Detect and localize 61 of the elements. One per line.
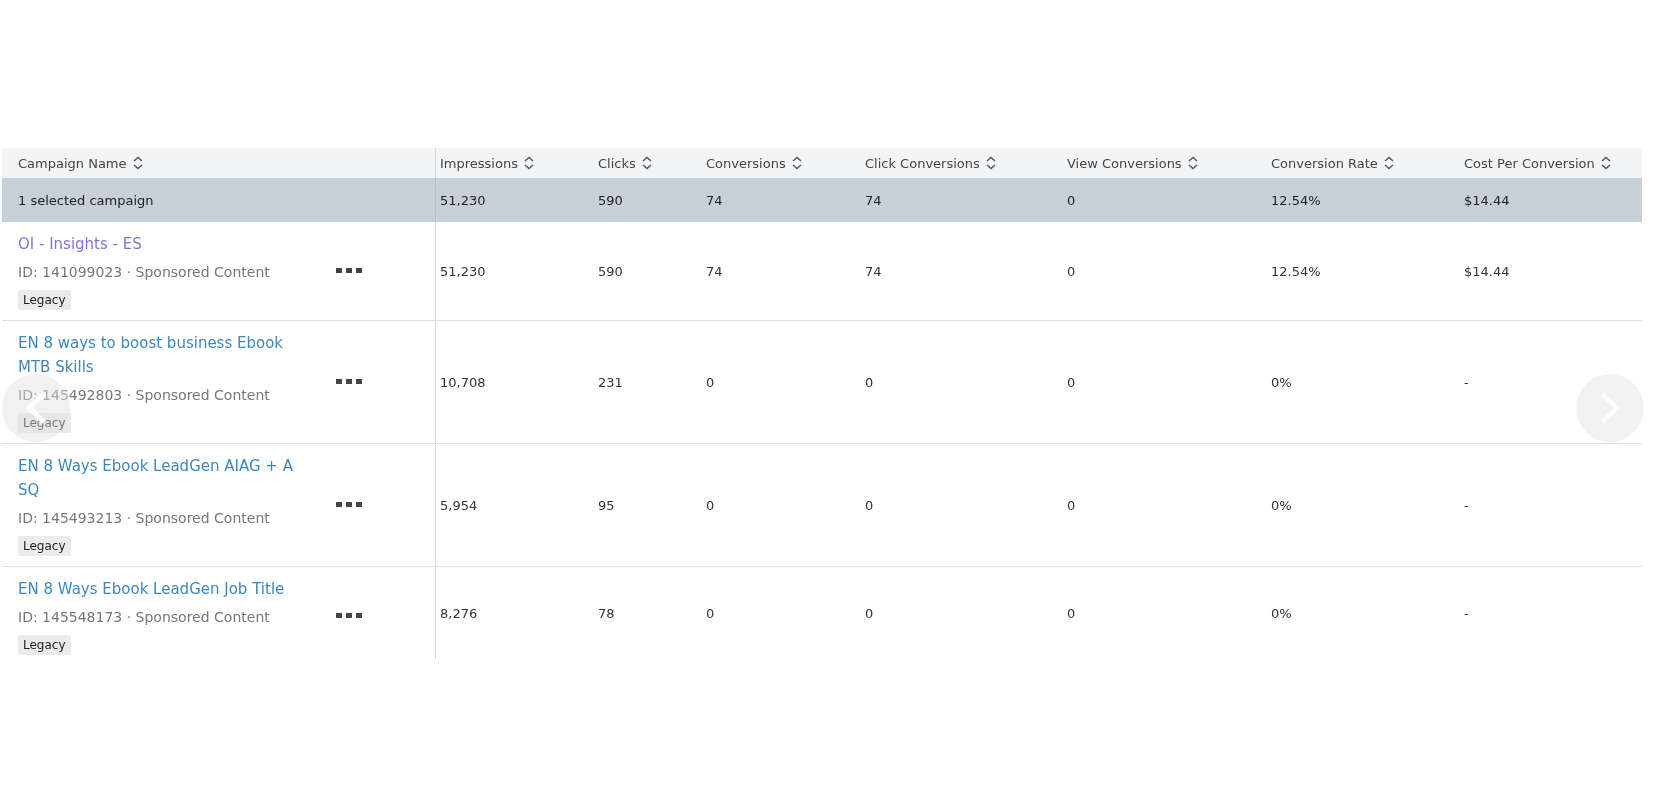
table-cell: - [1464,374,1469,390]
table-cell: 0 [865,497,874,513]
summary-cell: $14.44 [1464,192,1510,208]
sort-icon[interactable] [1187,156,1198,170]
table-cell: 0% [1271,605,1292,621]
sort-icon[interactable] [985,156,996,170]
sort-icon[interactable] [132,156,143,170]
summary-cell: 74 [865,192,882,208]
summary-label: 1 selected campaign [18,192,154,208]
table-cell: 51,230 [440,263,486,279]
table-cell: 0 [865,374,874,390]
sort-icon[interactable] [1383,156,1394,170]
campaign-meta: ID: 145548173 · Sponsored Content [18,608,270,627]
column-header[interactable]: Campaign Name [18,155,127,171]
table-cell: 0 [865,605,874,621]
table-cell: 74 [865,263,882,279]
table-cell: 10,708 [440,374,486,390]
summary-cell: 74 [706,192,723,208]
more-icon[interactable] [336,613,362,619]
more-icon[interactable] [336,502,362,508]
sort-icon[interactable] [523,156,534,170]
campaign-link[interactable]: EN 8 Ways Ebook LeadGen Job Title [18,577,285,601]
summary-cell: 0 [1067,192,1076,208]
campaign-link[interactable]: EN 8 ways to boost business Ebook MTB Skills [18,331,294,379]
table-cell: 0 [706,605,715,621]
table-cell: 0 [1067,263,1076,279]
table-cell: - [1464,497,1469,513]
table-cell: 5,954 [440,497,478,513]
table-cell: 590 [598,263,623,279]
summary-cell: 51,230 [440,192,486,208]
sort-icon[interactable] [1600,156,1611,170]
table-cell: 231 [598,374,623,390]
table-cell: 0 [1067,605,1076,621]
table-cell: 74 [706,263,723,279]
table-cell: 0 [706,374,715,390]
sort-icon[interactable] [641,156,652,170]
summary-cell: 590 [598,192,623,208]
campaign-link[interactable]: OI - Insights - ES [18,232,142,256]
table-cell: 95 [598,497,615,513]
table-cell: 0 [1067,374,1076,390]
more-icon[interactable] [336,379,362,385]
table-cell: 78 [598,605,615,621]
table-cell: 0% [1271,374,1292,390]
table-cell: - [1464,605,1469,621]
campaign-meta: ID: 145492803 · Sponsored Content [18,386,270,405]
summary-cell: 12.54% [1271,192,1321,208]
legacy-tag: Legacy [18,290,71,310]
table-cell: 0 [706,497,715,513]
table-cell: 0 [1067,497,1076,513]
sort-icon[interactable] [791,156,802,170]
campaign-link[interactable]: EN 8 Ways Ebook LeadGen AIAG + ASQ [18,454,294,502]
column-header[interactable]: Clicks [598,155,636,171]
table-cell: 12.54% [1271,263,1321,279]
legacy-tag: Legacy [18,536,71,556]
table-cell: 8,276 [440,605,478,621]
table-cell: 0% [1271,497,1292,513]
legacy-tag: Legacy [18,635,71,655]
table-cell: $14.44 [1464,263,1510,279]
campaign-meta: ID: 141099023 · Sponsored Content [18,263,270,282]
campaign-meta: ID: 145493213 · Sponsored Content [18,509,270,528]
more-icon[interactable] [336,268,362,274]
